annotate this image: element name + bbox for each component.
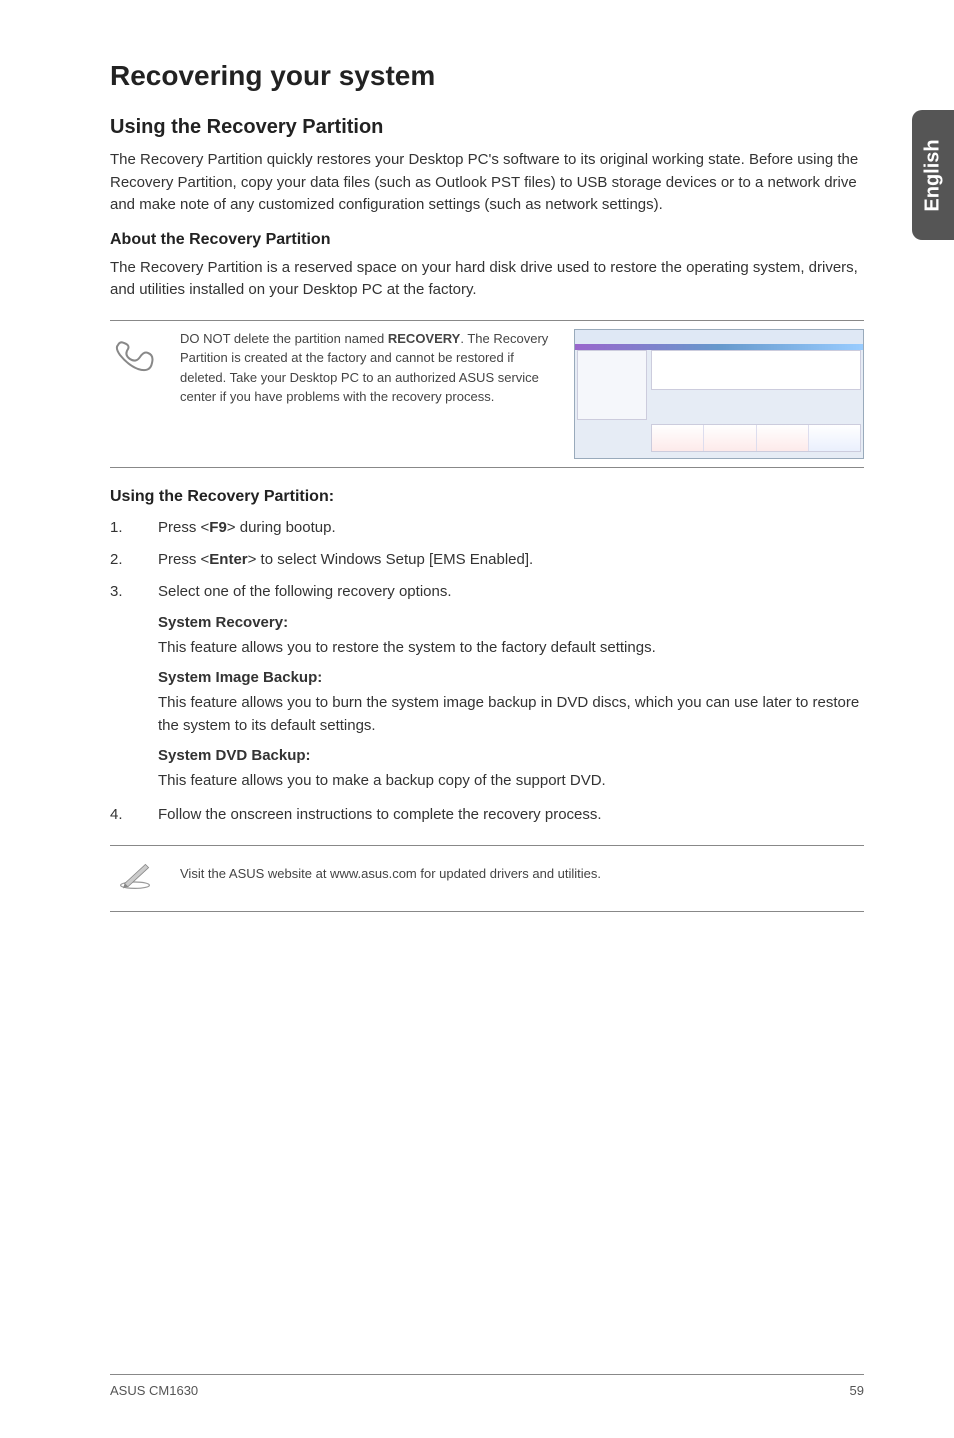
system-image-backup-title: System Image Backup:: [158, 669, 864, 686]
warning-content: DO NOT delete the partition named RECOVE…: [180, 329, 864, 459]
warning-text: DO NOT delete the partition named RECOVE…: [180, 329, 562, 459]
step1-post: > during bootup.: [227, 519, 336, 536]
warning-icon: [110, 329, 160, 388]
using-heading: Using the Recovery Partition:: [110, 488, 864, 506]
step-3: Select one of the following recovery opt…: [110, 580, 864, 604]
system-recovery-text: This feature allows you to restore the s…: [158, 637, 864, 660]
info-note-text: Visit the ASUS website at www.asus.com f…: [180, 854, 864, 884]
system-recovery-title: System Recovery:: [158, 614, 864, 631]
info-note-box: Visit the ASUS website at www.asus.com f…: [110, 845, 864, 912]
step-1: Press <F9> during bootup.: [110, 516, 864, 540]
disk-management-screenshot: [574, 329, 864, 459]
intro-paragraph: The Recovery Partition quickly restores …: [110, 149, 864, 217]
page-footer: ASUS CM1630 59: [110, 1374, 864, 1398]
main-heading: Recovering your system: [110, 60, 864, 92]
about-heading: About the Recovery Partition: [110, 231, 864, 249]
footer-page-number: 59: [850, 1383, 864, 1398]
system-dvd-backup-text: This feature allows you to make a backup…: [158, 770, 864, 793]
about-paragraph: The Recovery Partition is a reserved spa…: [110, 257, 864, 302]
warning-note-box: DO NOT delete the partition named RECOVE…: [110, 320, 864, 468]
warning-text-pre: DO NOT delete the partition named: [180, 331, 388, 346]
system-image-backup-text: This feature allows you to burn the syst…: [158, 692, 864, 737]
step-2: Press <Enter> to select Windows Setup [E…: [110, 548, 864, 572]
system-dvd-backup-title: System DVD Backup:: [158, 747, 864, 764]
footer-model: ASUS CM1630: [110, 1383, 198, 1398]
step2-bold: Enter: [209, 551, 247, 568]
option-system-recovery: System Recovery: This feature allows you…: [110, 614, 864, 793]
warning-text-bold: RECOVERY: [388, 331, 460, 346]
page-content: Recovering your system Using the Recover…: [0, 0, 954, 1438]
steps-list-cont: Follow the onscreen instructions to comp…: [110, 803, 864, 827]
step1-pre: Press <: [158, 519, 209, 536]
step2-pre: Press <: [158, 551, 209, 568]
section-heading-recovery-partition: Using the Recovery Partition: [110, 116, 864, 139]
step1-bold: F9: [209, 519, 227, 536]
step-4: Follow the onscreen instructions to comp…: [110, 803, 864, 827]
step2-post: > to select Windows Setup [EMS Enabled].: [248, 551, 534, 568]
pen-icon: [110, 854, 160, 903]
steps-list: Press <F9> during bootup. Press <Enter> …: [110, 516, 864, 604]
